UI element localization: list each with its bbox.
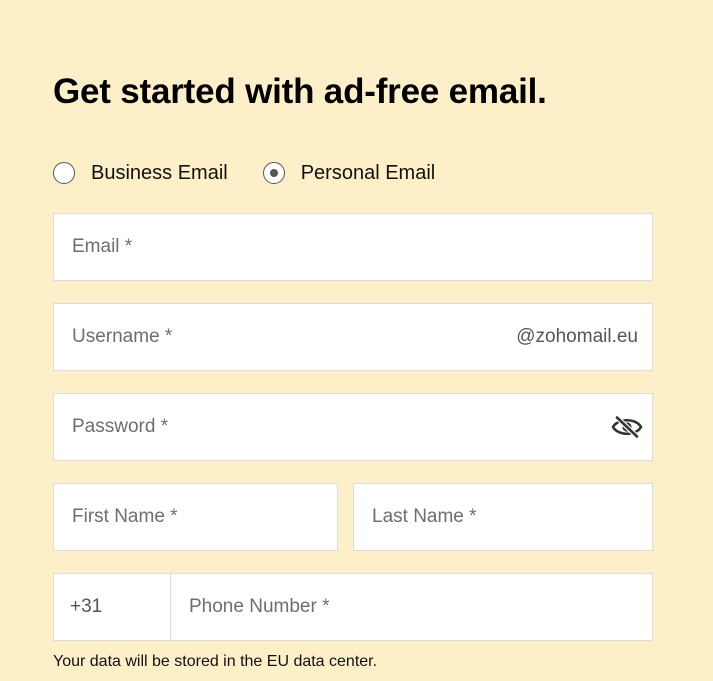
business-email-label[interactable]: Business Email [91, 160, 228, 186]
country-code-selector[interactable]: +31 [54, 574, 171, 640]
last-name-input[interactable] [354, 484, 652, 550]
personal-email-radio[interactable]: Personal Email [262, 160, 436, 186]
username-input[interactable] [54, 304, 652, 370]
business-email-radio-circle[interactable] [53, 162, 75, 184]
eye-slash-icon[interactable] [610, 410, 644, 444]
phone-number-input[interactable] [171, 574, 652, 640]
page-title: Get started with ad-free email. [53, 72, 547, 111]
first-name-field-box [53, 483, 338, 551]
data-center-note: Your data will be stored in the EU data … [53, 653, 378, 670]
password-field-box [53, 393, 653, 461]
password-input[interactable] [54, 394, 652, 460]
username-field-box: @zohomail.eu [53, 303, 653, 371]
email-input[interactable] [54, 214, 652, 280]
phone-field-box: +31 [53, 573, 653, 641]
email-field-box [53, 213, 653, 281]
personal-email-label[interactable]: Personal Email [301, 160, 436, 186]
last-name-field-box [353, 483, 653, 551]
personal-email-radio-circle[interactable] [262, 162, 285, 184]
first-name-input[interactable] [54, 484, 337, 550]
account-type-radio-group: Business Email Personal Email [53, 159, 435, 187]
radio-selected-dot [269, 169, 278, 177]
business-email-radio[interactable]: Business Email [53, 160, 228, 186]
